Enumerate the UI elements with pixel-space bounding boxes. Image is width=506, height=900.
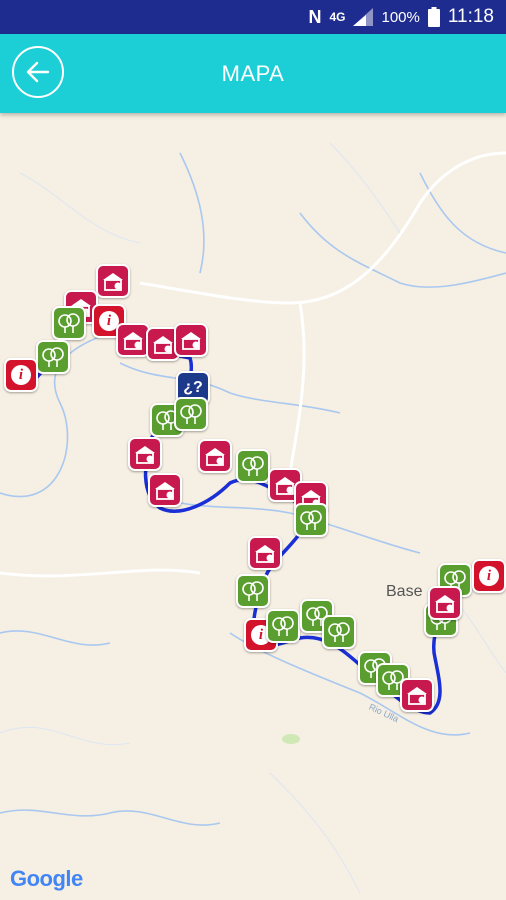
info-icon: i — [11, 365, 31, 385]
tree-icon — [180, 404, 202, 424]
map-marker-info[interactable]: i — [4, 358, 38, 392]
tree-icon — [242, 456, 264, 476]
tree-icon — [328, 622, 350, 642]
place-label-base: Base — [386, 583, 423, 600]
map-marker-nature[interactable] — [174, 397, 208, 431]
house-icon — [155, 482, 175, 500]
battery-percent: 100% — [381, 8, 420, 26]
status-icons: N 4G 100% 11:18 — [308, 0, 494, 34]
tree-icon — [300, 510, 322, 530]
map-marker-info[interactable]: i — [472, 559, 506, 593]
map-marker-nature[interactable] — [322, 615, 356, 649]
map-marker-nature[interactable] — [236, 449, 270, 483]
house-icon — [135, 446, 155, 464]
question-icon: ¿? — [183, 379, 203, 396]
map-view[interactable]: Base Rio Ulla i i ¿? i i Google — [0, 113, 506, 900]
status-bar: N 4G 100% 11:18 — [0, 0, 506, 34]
map-marker-house[interactable] — [128, 437, 162, 471]
map-marker-nature[interactable] — [266, 609, 300, 643]
nfc-icon: N — [308, 6, 322, 27]
page-title: MAPA — [221, 61, 285, 86]
app-bar: MAPA — [0, 34, 506, 113]
house-icon — [407, 687, 427, 705]
tree-icon — [58, 313, 80, 333]
map-marker-nature[interactable] — [236, 574, 270, 608]
map-marker-nature[interactable] — [294, 503, 328, 537]
map-marker-nature[interactable] — [52, 306, 86, 340]
house-icon — [435, 595, 455, 613]
house-icon — [255, 545, 275, 563]
map-marker-house[interactable] — [198, 439, 232, 473]
map-base — [0, 142, 506, 894]
google-logo: Google — [10, 866, 83, 891]
house-icon — [181, 332, 201, 350]
map-marker-house[interactable] — [96, 264, 130, 298]
map-marker-house[interactable] — [174, 323, 208, 357]
info-icon: i — [479, 566, 499, 586]
tree-icon — [42, 347, 64, 367]
tree-icon — [242, 581, 264, 601]
house-icon — [103, 273, 123, 291]
battery-icon — [427, 7, 440, 27]
house-icon — [153, 336, 173, 354]
signal-icon — [353, 8, 374, 26]
map-marker-house[interactable] — [248, 536, 282, 570]
tree-icon — [272, 616, 294, 636]
map-marker-house[interactable] — [148, 473, 182, 507]
map-marker-house[interactable] — [400, 678, 434, 712]
network-type: 4G — [329, 10, 346, 24]
map-marker-nature[interactable] — [36, 340, 70, 374]
map-marker-house[interactable] — [428, 586, 462, 620]
house-icon — [205, 448, 225, 466]
house-icon — [123, 332, 143, 350]
clock: 11:18 — [447, 6, 494, 27]
map-marker-house[interactable] — [116, 323, 150, 357]
